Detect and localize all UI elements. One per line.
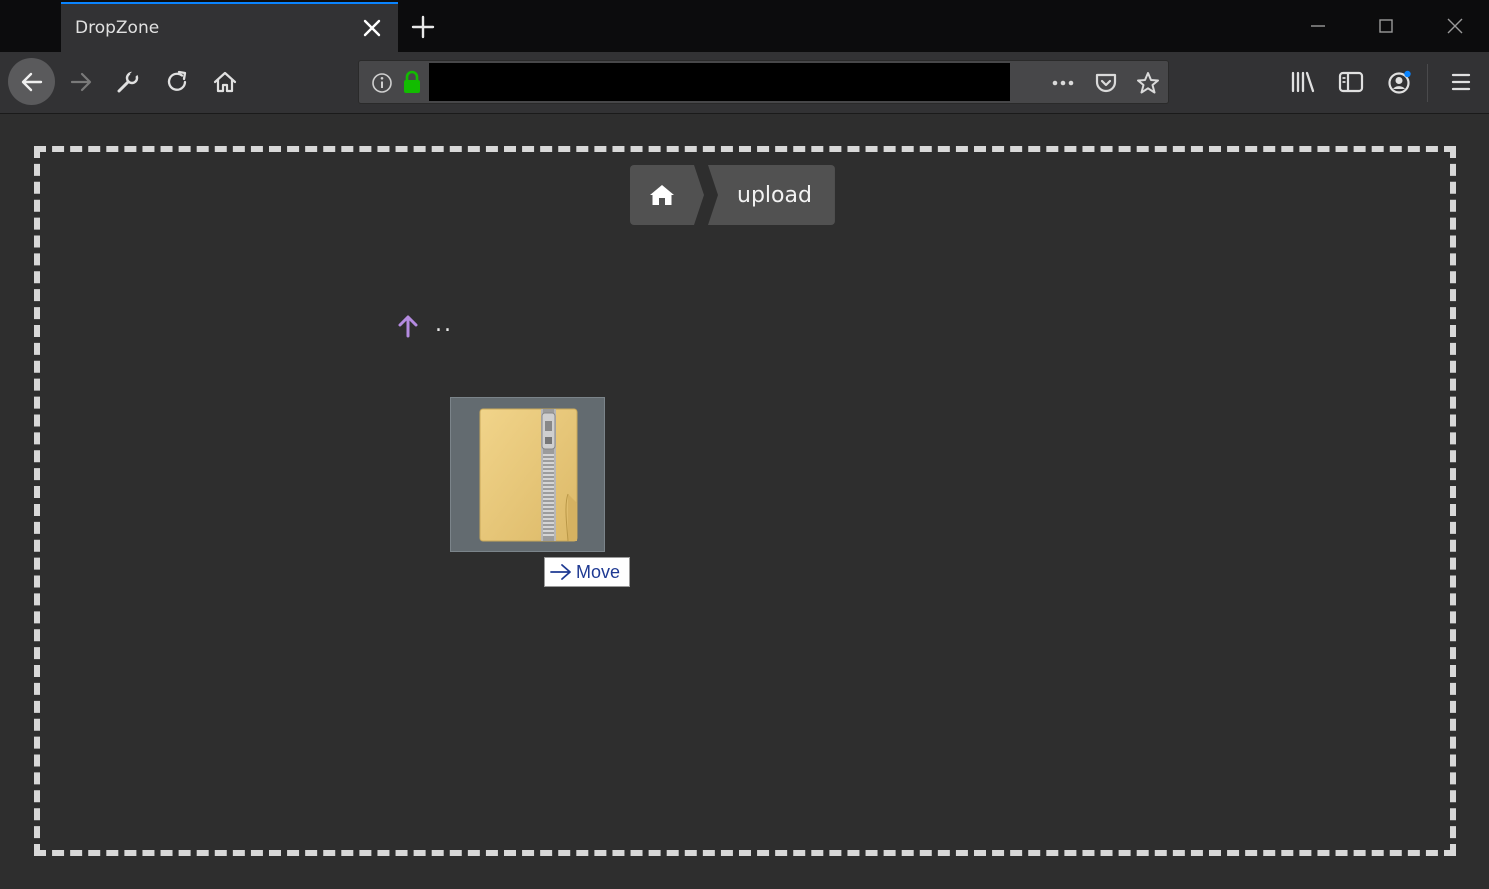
tab-strip: DropZone (0, 0, 1489, 52)
minimize-icon[interactable] (1304, 12, 1332, 40)
close-window-icon[interactable] (1441, 12, 1469, 40)
drag-move-tooltip: Move (544, 557, 631, 587)
up-arrow-icon (398, 315, 418, 338)
bookmark-star-icon[interactable] (1135, 70, 1161, 96)
zip-folder-icon (479, 408, 578, 542)
lock-icon[interactable] (401, 70, 423, 94)
breadcrumb: upload (630, 165, 835, 225)
drop-zone[interactable] (34, 146, 1456, 856)
home-icon (650, 185, 674, 205)
info-icon[interactable] (371, 72, 393, 94)
sidebar-icon (1338, 71, 1364, 93)
hamburger-menu-icon (1451, 73, 1471, 91)
tab-title: DropZone (75, 18, 160, 38)
breadcrumb-current[interactable]: upload (708, 165, 835, 225)
reload-button[interactable] (160, 65, 194, 99)
breadcrumb-current-label: upload (737, 182, 812, 208)
browser-window: DropZone upload .. Move (0, 0, 1489, 889)
parent-directory-link[interactable]: .. (397, 311, 453, 338)
account-button[interactable] (1382, 65, 1416, 99)
wrench-icon (117, 69, 139, 93)
dragged-zip-file[interactable] (450, 397, 605, 552)
back-arrow-icon (21, 72, 42, 91)
forward-button[interactable] (64, 65, 98, 99)
reload-icon (167, 70, 187, 91)
forward-arrow-icon (70, 72, 92, 92)
parent-directory-label: .. (435, 311, 453, 337)
new-tab-icon[interactable] (410, 14, 436, 40)
drag-move-label: Move (576, 561, 621, 582)
maximize-icon[interactable] (1372, 12, 1400, 40)
arrow-right-icon (550, 564, 571, 580)
library-icon (1291, 71, 1315, 93)
page-actions-icon[interactable] (1049, 72, 1077, 94)
account-icon (1388, 70, 1411, 94)
library-button[interactable] (1286, 65, 1320, 99)
tools-button[interactable] (111, 65, 145, 99)
address-bar[interactable] (358, 60, 1169, 104)
toolbar-separator (1427, 64, 1428, 102)
page-content: upload .. Move (0, 114, 1489, 889)
sidebar-button[interactable] (1334, 65, 1368, 99)
close-tab-icon[interactable] (360, 16, 384, 40)
breadcrumb-home[interactable] (630, 165, 694, 225)
pocket-icon[interactable] (1093, 70, 1119, 96)
navigation-bar (0, 52, 1489, 114)
url-redaction (429, 63, 1010, 101)
breadcrumb-separator (694, 165, 704, 225)
tab-dropzone[interactable]: DropZone (61, 2, 398, 52)
menu-button[interactable] (1444, 65, 1478, 99)
home-button[interactable] (208, 65, 242, 99)
back-button[interactable] (8, 58, 55, 105)
home-icon (213, 71, 237, 93)
